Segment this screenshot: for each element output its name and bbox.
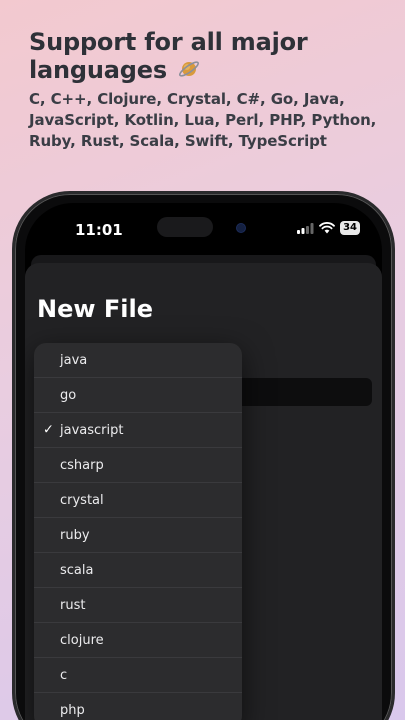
sheet-title: New File — [37, 295, 154, 323]
filename-field[interactable] — [235, 378, 372, 406]
menu-item-label: scala — [60, 562, 94, 578]
menu-item-php[interactable]: php — [34, 693, 242, 720]
promo-title: Support for all major languages — [29, 28, 389, 84]
menu-item-javascript[interactable]: ✓ javascript — [34, 413, 242, 448]
menu-item-label: go — [60, 387, 77, 403]
battery-icon: 34 — [340, 221, 360, 235]
menu-item-label: ruby — [60, 527, 90, 543]
menu-item-label: csharp — [60, 457, 104, 473]
checkmark-icon: ✓ — [43, 422, 54, 438]
menu-item-c[interactable]: c — [34, 658, 242, 693]
status-time: 11:01 — [75, 221, 123, 239]
phone-frame: 11:01 34 New File java go ✓ javascript c… — [12, 191, 395, 720]
menu-item-label: clojure — [60, 632, 104, 648]
menu-item-go[interactable]: go — [34, 378, 242, 413]
language-dropdown-menu: java go ✓ javascript csharp crystal ruby — [34, 343, 242, 720]
menu-item-label: javascript — [60, 422, 124, 438]
menu-item-crystal[interactable]: crystal — [34, 483, 242, 518]
menu-item-label: c — [60, 667, 68, 683]
camera-icon — [237, 224, 245, 232]
promo-title-line2: languages — [29, 56, 167, 84]
dynamic-island — [157, 217, 213, 237]
menu-item-rust[interactable]: rust — [34, 588, 242, 623]
menu-item-label: php — [60, 703, 85, 718]
wifi-icon — [319, 222, 335, 234]
menu-item-clojure[interactable]: clojure — [34, 623, 242, 658]
promo-title-line1: Support for all major — [29, 28, 308, 56]
promo-languages-list: C, C++, Clojure, Crystal, C#, Go, Java, … — [29, 90, 377, 150]
menu-item-ruby[interactable]: ruby — [34, 518, 242, 553]
menu-item-label: crystal — [60, 492, 104, 508]
phone-screen: 11:01 34 New File java go ✓ javascript c… — [25, 203, 382, 720]
new-file-sheet: New File java go ✓ javascript csharp cry… — [25, 263, 382, 720]
menu-item-label: rust — [60, 597, 86, 613]
promo-header: Support for all major languages C, C++, … — [29, 28, 389, 152]
ringed-planet-icon — [179, 61, 200, 77]
menu-item-java[interactable]: java — [34, 343, 242, 378]
menu-item-label: java — [60, 352, 88, 368]
menu-item-scala[interactable]: scala — [34, 553, 242, 588]
status-icons: 34 — [297, 221, 360, 235]
menu-item-csharp[interactable]: csharp — [34, 448, 242, 483]
cellular-signal-icon — [297, 222, 314, 234]
